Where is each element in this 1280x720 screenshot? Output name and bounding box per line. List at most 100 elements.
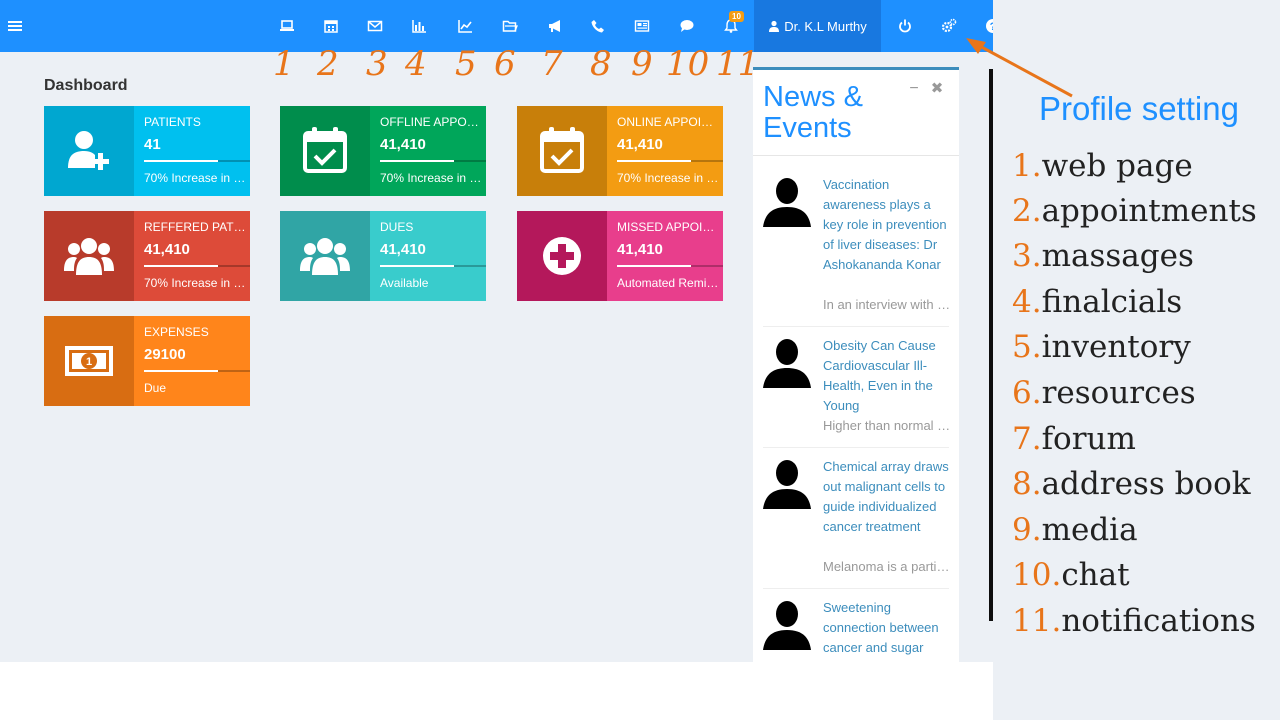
chat-icon[interactable] bbox=[676, 15, 698, 37]
news-item-snippet: Melanoma is a particularly aggressive bbox=[823, 559, 951, 574]
power-icon[interactable] bbox=[894, 15, 916, 37]
avatar bbox=[763, 178, 811, 227]
tile-patients[interactable]: PATIENTS 41 70% Increase in 30 Days bbox=[44, 106, 250, 196]
tile-progress bbox=[380, 160, 486, 162]
bullhorn-icon[interactable] bbox=[544, 15, 566, 37]
tile-label: MISSED APPOINTMENTS bbox=[617, 220, 719, 234]
legend-item: 7.forum bbox=[1012, 421, 1136, 457]
panel-divider bbox=[753, 155, 959, 156]
icon-number-4: 4 bbox=[405, 44, 427, 84]
tile-value: 41,410 bbox=[144, 241, 190, 258]
news-item-title[interactable]: Obesity Can Cause Cardiovascular Ill-Hea… bbox=[823, 336, 951, 416]
tile-value: 41,410 bbox=[617, 241, 663, 258]
news-item-title[interactable]: Sweetening connection between cancer and… bbox=[823, 598, 951, 658]
tile-label: ONLINE APPOINTMENTS bbox=[617, 115, 719, 129]
news-separator bbox=[763, 588, 949, 589]
tile-progress bbox=[144, 265, 250, 267]
tile-value: 41 bbox=[144, 136, 161, 153]
tile-footer: Available bbox=[380, 276, 429, 290]
tile-value: 41,410 bbox=[617, 136, 663, 153]
line-chart-icon[interactable] bbox=[454, 15, 476, 37]
icon-number-7: 7 bbox=[541, 44, 563, 84]
tile-expenses[interactable]: 1 EXPENSES 29100 Due bbox=[44, 316, 250, 406]
news-item-snippet: In an interview with Medical Dialogues bbox=[823, 297, 951, 312]
user-icon bbox=[769, 20, 780, 32]
tile-progress bbox=[617, 265, 723, 267]
legend-item: 4.finalcials bbox=[1012, 284, 1183, 320]
icon-number-3: 3 bbox=[366, 44, 388, 84]
avatar bbox=[763, 601, 811, 650]
legend-item: 11.notifications bbox=[1012, 603, 1256, 639]
envelope-icon[interactable] bbox=[364, 15, 386, 37]
dashboard-app: 10 Dr. K.L Murthy ? 1 2 3 4 5 6 7 8 9 10… bbox=[0, 0, 1005, 662]
tile-value: 41,410 bbox=[380, 241, 426, 258]
minimize-icon[interactable]: − bbox=[907, 81, 921, 97]
legend-item: 6.resources bbox=[1012, 375, 1196, 411]
news-events-panel: News & Events − ✖ Vaccination awareness … bbox=[753, 67, 959, 662]
legend-item: 5.inventory bbox=[1012, 329, 1191, 365]
tile-progress bbox=[144, 160, 250, 162]
news-item-snippet: Higher than normal body mass index bbox=[823, 418, 951, 433]
tile-progress bbox=[380, 265, 486, 267]
svg-text:1: 1 bbox=[86, 356, 92, 368]
icon-number-6: 6 bbox=[494, 44, 516, 84]
icon-number-1: 1 bbox=[273, 44, 295, 84]
tile-label: EXPENSES bbox=[144, 325, 209, 339]
tile-offline-appointments[interactable]: OFFLINE APPOINTMENTS 41,410 70% Increase… bbox=[280, 106, 486, 196]
users-icon bbox=[280, 211, 370, 301]
icon-number-5: 5 bbox=[455, 44, 477, 84]
page-title: Dashboard bbox=[44, 77, 128, 94]
news-panel-title: News & Events bbox=[763, 81, 863, 144]
tile-progress bbox=[617, 160, 723, 162]
hamburger-icon[interactable] bbox=[4, 15, 26, 37]
tile-missed-appointments[interactable]: MISSED APPOINTMENTS 41,410 Automated Rem… bbox=[517, 211, 723, 301]
tile-footer: Due bbox=[144, 381, 167, 395]
tile-dues[interactable]: DUES 41,410 Available bbox=[280, 211, 486, 301]
tile-reffered-patients[interactable]: REFFERED PATIENTS 41,410 70% Increase in… bbox=[44, 211, 250, 301]
news-item-title[interactable]: Vaccination awareness plays a key role i… bbox=[823, 175, 951, 275]
tile-online-appointments[interactable]: ONLINE APPOINTMENTS 41,410 70% Increase … bbox=[517, 106, 723, 196]
close-icon[interactable]: ✖ bbox=[930, 81, 944, 96]
news-separator bbox=[763, 326, 949, 327]
money-icon: 1 bbox=[44, 316, 134, 406]
notification-badge: 10 bbox=[729, 11, 744, 22]
tile-progress bbox=[144, 370, 250, 372]
legend-item: 1.web page bbox=[1012, 148, 1193, 184]
tile-footer: 70% Increase in 30 Days bbox=[144, 276, 246, 290]
icon-number-8: 8 bbox=[590, 44, 612, 84]
folder-icon[interactable] bbox=[499, 15, 521, 37]
calendar-check-icon bbox=[280, 106, 370, 196]
legend-item: 10.chat bbox=[1012, 557, 1130, 593]
user-plus-icon bbox=[44, 106, 134, 196]
legend-item: 2.appointments bbox=[1012, 193, 1257, 229]
icon-number-10: 10 bbox=[666, 44, 710, 84]
tile-label: PATIENTS bbox=[144, 115, 201, 129]
legend-item: 3.massages bbox=[1012, 238, 1194, 274]
news-separator bbox=[763, 447, 949, 448]
tile-value: 41,410 bbox=[380, 136, 426, 153]
gears-icon[interactable] bbox=[938, 15, 960, 37]
avatar bbox=[763, 339, 811, 388]
tile-label: DUES bbox=[380, 220, 414, 234]
newspaper-icon[interactable] bbox=[631, 15, 653, 37]
phone-icon[interactable] bbox=[587, 15, 609, 37]
tile-label: REFFERED PATIENTS bbox=[144, 220, 246, 234]
bar-chart-icon[interactable] bbox=[408, 15, 430, 37]
avatar bbox=[763, 460, 811, 509]
news-item-title[interactable]: Chemical array draws out malignant cells… bbox=[823, 457, 951, 537]
tile-footer: 70% Increase in 30 Days bbox=[144, 171, 246, 185]
plus-circle-icon bbox=[517, 211, 607, 301]
tile-footer: 70% Increase in 30 Days bbox=[380, 171, 482, 185]
legend-item: 8.address book bbox=[1012, 466, 1251, 502]
tile-value: 29100 bbox=[144, 346, 186, 363]
user-profile-button[interactable]: Dr. K.L Murthy bbox=[754, 0, 881, 52]
icon-number-9: 9 bbox=[631, 44, 653, 84]
user-name: Dr. K.L Murthy bbox=[784, 18, 867, 34]
tile-footer: Automated Reminders bbox=[617, 276, 719, 290]
icon-number-2: 2 bbox=[317, 44, 339, 84]
tile-label: OFFLINE APPOINTMENTS bbox=[380, 115, 482, 129]
laptop-icon[interactable] bbox=[276, 15, 298, 37]
tile-footer: 70% Increase in 30 Days bbox=[617, 171, 719, 185]
calendar-check-icon bbox=[517, 106, 607, 196]
calendar-icon[interactable] bbox=[320, 15, 342, 37]
